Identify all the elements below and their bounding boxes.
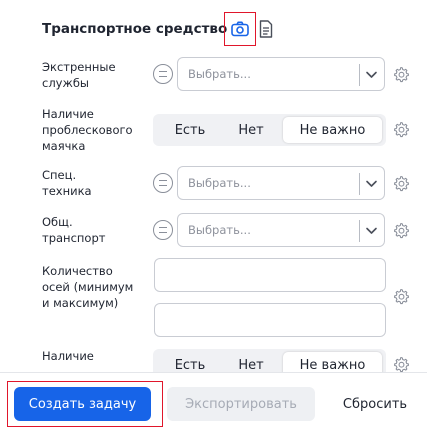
gear-icon[interactable] <box>393 288 410 305</box>
axles-count-label: Количество осей (минимум и максимум) <box>42 264 134 310</box>
presence-option-any[interactable]: Не важно <box>283 352 382 372</box>
gear-icon[interactable] <box>393 66 410 83</box>
equals-operator-icon[interactable] <box>153 64 173 84</box>
filter-panel: Транспортное средство Экстренные службы … <box>0 0 427 372</box>
create-task-button[interactable]: Создать задачу <box>14 387 151 421</box>
public-transport-select[interactable]: Выбрать... <box>177 213 385 247</box>
beacon-label: Наличие проблескового маячка <box>42 107 133 153</box>
beacon-option-no[interactable]: Нет <box>219 117 283 143</box>
special-vehicles-label: Спец. техника <box>42 168 92 198</box>
equals-operator-icon[interactable] <box>153 173 173 193</box>
presence-segmented-control: Есть Нет Не важно <box>153 349 386 372</box>
beacon-option-yes[interactable]: Есть <box>157 117 223 143</box>
camera-icon <box>231 21 249 37</box>
beacon-option-any[interactable]: Не важно <box>283 117 382 143</box>
gear-icon[interactable] <box>393 356 410 372</box>
select-divider <box>359 64 360 86</box>
document-icon <box>259 20 273 38</box>
equals-operator-icon[interactable] <box>153 220 173 240</box>
presence-option-no[interactable]: Нет <box>219 352 283 373</box>
axles-max-input[interactable] <box>154 303 386 337</box>
camera-button[interactable] <box>224 12 256 46</box>
chevron-down-icon <box>366 227 377 234</box>
special-vehicles-select[interactable]: Выбрать... <box>177 166 385 200</box>
public-transport-label: Общ. транспорт <box>42 215 106 245</box>
select-divider <box>359 173 360 195</box>
emergency-services-select[interactable]: Выбрать... <box>177 57 385 91</box>
export-button[interactable]: Экспортировать <box>167 387 315 421</box>
gear-icon[interactable] <box>393 222 410 239</box>
action-footer: Создать задачу Экспортировать Сбросить <box>0 372 427 434</box>
chevron-down-icon <box>366 71 377 78</box>
document-button[interactable] <box>258 19 274 39</box>
chevron-down-icon <box>366 180 377 187</box>
select-divider <box>359 220 360 242</box>
emergency-services-label: Экстренные службы <box>42 60 116 90</box>
select-placeholder: Выбрать... <box>188 176 251 190</box>
beacon-segmented-control: Есть Нет Не важно <box>153 114 386 146</box>
section-title: Транспортное средство <box>42 21 228 37</box>
axles-min-input[interactable] <box>154 258 386 292</box>
presence-label: Наличие <box>42 349 94 363</box>
select-placeholder: Выбрать... <box>188 67 251 81</box>
gear-icon[interactable] <box>393 121 410 138</box>
select-placeholder: Выбрать... <box>188 223 251 237</box>
gear-icon[interactable] <box>393 175 410 192</box>
presence-option-yes[interactable]: Есть <box>157 352 223 373</box>
reset-button[interactable]: Сбросить <box>330 387 420 421</box>
